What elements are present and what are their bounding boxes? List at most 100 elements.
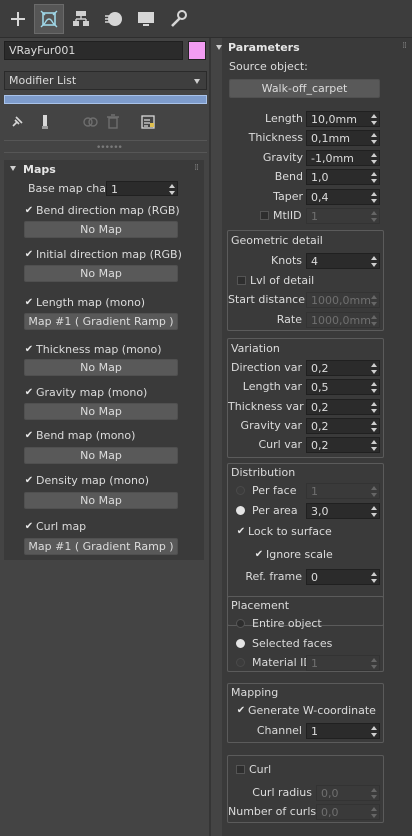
length-spinner[interactable]: 10,0mm	[306, 111, 380, 127]
gravity-map-checkbox[interactable]: ✔	[24, 388, 34, 398]
mtlid-checkbox[interactable]	[260, 211, 269, 220]
length-map-button[interactable]: Map #1 ( Gradient Ramp )	[24, 313, 178, 330]
create-tab[interactable]	[3, 4, 33, 34]
modifier-stack-item[interactable]	[4, 95, 207, 104]
lvl-of-detail-checkbox[interactable]	[237, 276, 246, 285]
curl-checkbox[interactable]	[236, 765, 245, 774]
curl-map-checkbox[interactable]: ✔	[24, 522, 34, 532]
thickness-spinner[interactable]: 0,1mm	[306, 130, 380, 146]
rollout-grip-icon[interactable]: ⁞⁞	[402, 42, 407, 51]
gravity-map-button[interactable]: No Map	[24, 403, 178, 420]
spinner-arrows-icon[interactable]	[371, 506, 377, 517]
spinner-arrows-icon[interactable]	[371, 788, 377, 799]
splitter-grip[interactable]: ••••••	[96, 144, 123, 153]
object-color-swatch[interactable]	[188, 41, 206, 60]
length-map-checkbox[interactable]: ✔	[24, 298, 34, 308]
entire-object-radio[interactable]	[236, 619, 245, 628]
rate-spinner[interactable]: 1000,0mm	[306, 312, 380, 328]
ref-frame-spinner[interactable]: 0	[306, 569, 380, 585]
gravity-var-spinner[interactable]: 0,2	[306, 418, 380, 434]
material-id-spinner[interactable]: 1	[306, 655, 380, 671]
density-map-checkbox[interactable]: ✔	[24, 476, 34, 486]
spinner-arrows-icon[interactable]	[371, 363, 377, 374]
modify-tab[interactable]	[34, 4, 64, 34]
per-face-spinner[interactable]: 1	[306, 483, 380, 499]
placement-title: Placement	[231, 599, 290, 612]
spinner-arrows-icon[interactable]	[371, 211, 377, 222]
per-face-radio[interactable]	[236, 486, 245, 495]
base-map-chan-spinner[interactable]: 1	[106, 181, 178, 196]
configure-modifier-sets-icon[interactable]	[140, 114, 156, 130]
spinner-arrows-icon[interactable]	[371, 295, 377, 306]
knots-spinner[interactable]: 4	[306, 253, 380, 269]
spinner-arrows-icon[interactable]	[371, 172, 377, 183]
spinner-arrows-icon[interactable]	[371, 192, 377, 203]
panel-scrollbar[interactable]	[209, 38, 211, 836]
taper-spinner[interactable]: 0,4	[306, 189, 380, 205]
spinner-arrows-icon[interactable]	[371, 315, 377, 326]
bend-direction-map-button[interactable]: No Map	[24, 221, 178, 238]
ignore-scale-checkbox[interactable]: ✔	[254, 550, 264, 560]
spinner-arrows-icon[interactable]	[371, 256, 377, 267]
bend-map-label: Bend map (mono)	[36, 429, 136, 442]
material-id-radio[interactable]	[236, 658, 245, 667]
generate-w-coordinate-label: Generate W-coordinate	[248, 704, 376, 717]
show-end-result-icon[interactable]	[38, 114, 52, 130]
make-unique-icon[interactable]	[82, 114, 98, 130]
gravity-spinner[interactable]: -1,0mm	[306, 150, 380, 166]
spinner-arrows-icon[interactable]	[371, 421, 377, 432]
generate-w-coordinate-checkbox[interactable]: ✔	[236, 706, 246, 716]
spinner-arrows-icon[interactable]	[371, 726, 377, 737]
spinner-arrows-icon[interactable]	[371, 486, 377, 497]
create-icon	[11, 12, 25, 26]
per-area-radio[interactable]	[236, 506, 245, 515]
mtlid-spinner[interactable]: 1	[306, 208, 380, 224]
channel-spinner[interactable]: 1	[306, 723, 380, 739]
number-of-curls-spinner[interactable]: 0,0	[316, 804, 380, 820]
bend-map-button[interactable]: No Map	[24, 447, 178, 464]
length-var-spinner[interactable]: 0,5	[306, 379, 380, 395]
start-distance-spinner[interactable]: 1000,0mm	[306, 292, 380, 308]
rate-label: Rate	[276, 313, 302, 326]
pin-stack-icon[interactable]	[10, 115, 24, 129]
spinner-arrows-icon[interactable]	[371, 572, 377, 583]
initial-direction-map-checkbox[interactable]: ✔	[24, 250, 34, 260]
thickness-map-checkbox[interactable]: ✔	[24, 345, 34, 355]
curl-map-button[interactable]: Map #1 ( Gradient Ramp )	[24, 538, 178, 555]
spinner-arrows-icon[interactable]	[371, 658, 377, 669]
modifier-list-dropdown[interactable]: Modifier List	[4, 71, 207, 90]
utilities-tab[interactable]	[163, 4, 193, 34]
direction-var-spinner[interactable]: 0,2	[306, 360, 380, 376]
spinner-arrows-icon[interactable]	[371, 133, 377, 144]
display-tab[interactable]	[131, 4, 161, 34]
density-map-button[interactable]: No Map	[24, 492, 178, 509]
bend-map-checkbox[interactable]: ✔	[24, 431, 34, 441]
collapse-arrow-icon[interactable]	[10, 166, 16, 171]
spinner-arrows-icon[interactable]	[371, 153, 377, 164]
collapse-arrow-icon[interactable]	[216, 45, 222, 50]
per-area-spinner[interactable]: 3,0	[306, 503, 380, 519]
initial-direction-map-button[interactable]: No Map	[24, 265, 178, 282]
bend-direction-map-checkbox[interactable]: ✔	[24, 206, 34, 216]
source-object-button[interactable]: Walk-off_carpet	[229, 79, 380, 98]
maps-title[interactable]: Maps	[23, 163, 56, 176]
spinner-arrows-icon[interactable]	[371, 114, 377, 125]
rollout-grip-icon[interactable]: ⁞⁞	[194, 164, 199, 173]
thickness-var-spinner[interactable]: 0,2	[306, 399, 380, 415]
spinner-arrows-icon[interactable]	[371, 382, 377, 393]
curl-var-spinner[interactable]: 0,2	[306, 437, 380, 453]
motion-tab[interactable]	[99, 4, 129, 34]
curl-radius-spinner[interactable]: 0,0	[316, 785, 380, 801]
lock-to-surface-checkbox[interactable]: ✔	[236, 527, 246, 537]
object-name-field[interactable]: VRayFur001	[4, 41, 183, 60]
spinner-arrows-icon[interactable]	[371, 440, 377, 451]
spinner-arrows-icon[interactable]	[371, 402, 377, 413]
bend-spinner[interactable]: 1,0	[306, 169, 380, 185]
spinner-arrows-icon[interactable]	[169, 184, 175, 195]
thickness-map-button[interactable]: No Map	[24, 359, 178, 376]
selected-faces-radio[interactable]	[236, 639, 245, 648]
parameters-title[interactable]: Parameters	[228, 41, 300, 54]
hierarchy-tab[interactable]	[66, 4, 96, 34]
remove-modifier-icon[interactable]	[106, 114, 120, 130]
spinner-arrows-icon[interactable]	[371, 807, 377, 818]
